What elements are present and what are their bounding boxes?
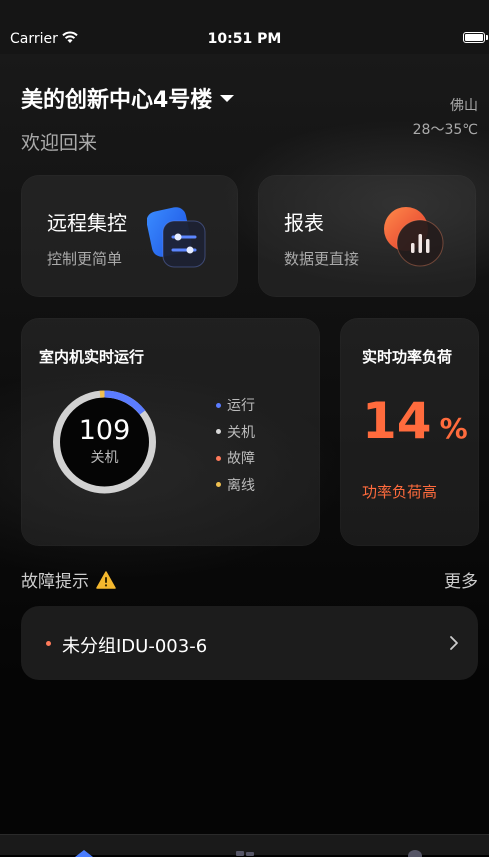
profile-tab-icon[interactable] [404, 849, 426, 857]
legend-dot-offline [216, 482, 221, 488]
legend-item-off: 关机 [216, 419, 255, 446]
remote-control-subtitle: 控制更简单 [47, 250, 123, 268]
fault-section-header: 故障提示 [21, 567, 116, 592]
power-load-card[interactable]: 实时功率负荷 14 % 功率负荷高 [340, 318, 479, 546]
legend-item-running: 运行 [216, 392, 255, 419]
indoor-units-ring: 109 关机 [53, 390, 156, 494]
power-load-value: 14 [362, 392, 432, 450]
sliders-icon [147, 207, 206, 268]
legend-dot-running [216, 402, 221, 408]
indoor-units-count: 109 [79, 415, 131, 446]
legend-label-fault: 故障 [227, 451, 255, 468]
caret-down-icon [220, 94, 235, 102]
weather-city: 佛山 [450, 98, 478, 114]
chevron-right-icon [450, 636, 458, 650]
indoor-units-title: 室内机实时运行 [39, 348, 145, 366]
report-card[interactable]: 报表 数据更直接 [258, 175, 476, 297]
report-title: 报表 [284, 211, 324, 235]
power-load-status: 功率负荷高 [362, 483, 438, 501]
more-link[interactable]: 更多 [444, 567, 478, 592]
status-time: 10:51 PM [207, 31, 282, 47]
power-load-reading: 14 % [362, 392, 468, 450]
fault-section-title: 故障提示 [21, 572, 89, 592]
fault-list-item[interactable]: 未分组IDU-003-6 [21, 606, 478, 680]
battery-icon [463, 32, 485, 43]
legend-label-offline: 离线 [227, 477, 255, 494]
power-load-title: 实时功率负荷 [362, 348, 453, 366]
home-tab-icon[interactable] [73, 849, 95, 857]
status-bar: Carrier 10:51 PM [0, 0, 489, 54]
legend-label-running: 运行 [227, 398, 255, 415]
legend-label-off: 关机 [227, 424, 255, 441]
fault-status-dot [46, 641, 51, 646]
devices-tab-icon[interactable] [234, 850, 256, 856]
legend-item-offline: 离线 [216, 472, 255, 499]
building-selector[interactable]: 美的创新中心4号楼 [21, 82, 235, 114]
remote-control-title: 远程集控 [47, 211, 127, 235]
bar-chart-icon [384, 207, 444, 267]
legend-item-fault: 故障 [216, 445, 255, 472]
weather-temperature: 28～35℃ [412, 122, 478, 138]
tab-bar [0, 834, 489, 857]
indoor-units-count-label: 关机 [91, 450, 119, 466]
legend-dot-off [216, 429, 221, 435]
remote-control-card[interactable]: 远程集控 控制更简单 [21, 175, 238, 297]
fault-device-name: 未分组IDU-003-6 [62, 636, 208, 657]
legend-dot-fault [216, 455, 221, 461]
building-name: 美的创新中心4号楼 [21, 88, 213, 113]
welcome-text: 欢迎回来 [21, 132, 98, 154]
warning-icon [96, 570, 116, 589]
report-subtitle: 数据更直接 [284, 250, 360, 268]
status-legend: 运行 关机 故障 离线 [216, 392, 255, 498]
battery-tip [486, 35, 488, 40]
power-load-unit: % [439, 412, 468, 445]
